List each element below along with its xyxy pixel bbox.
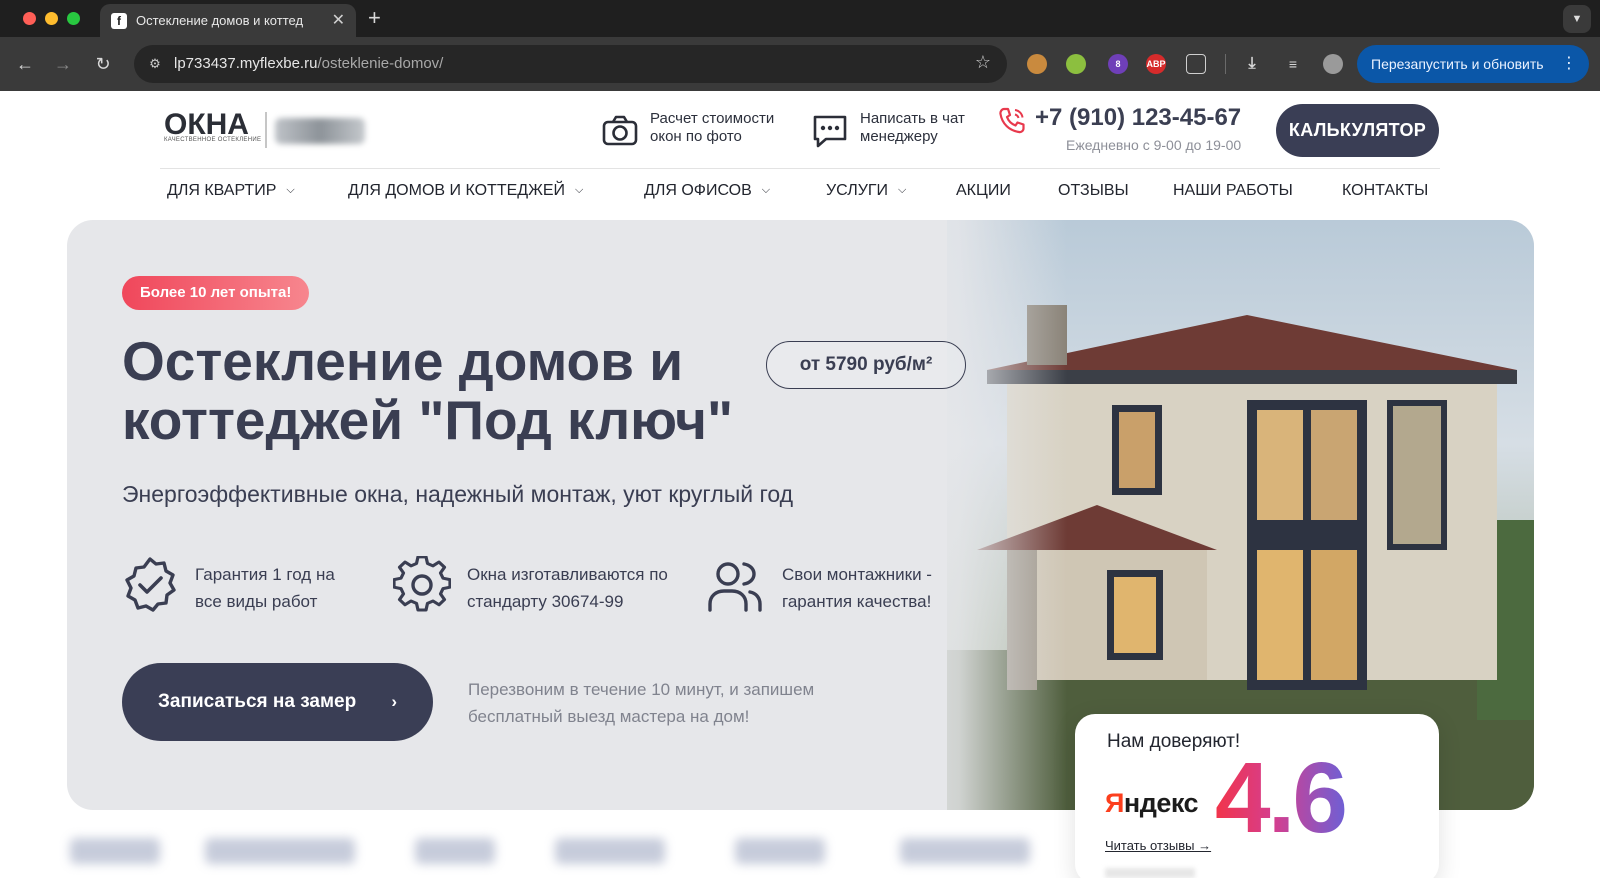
chevron-down-icon: ⌵ bbox=[761, 184, 771, 196]
toolbar-separator bbox=[1225, 54, 1226, 74]
nav-label: УСЛУГИ bbox=[826, 182, 889, 199]
nav-label: ДЛЯ ДОМОВ И КОТТЕДЖЕЙ bbox=[348, 182, 566, 199]
url-host: lp733437.myflexbe.ru bbox=[174, 55, 318, 72]
reload-icon[interactable]: ↻ bbox=[90, 51, 116, 77]
window-minimize-button[interactable] bbox=[45, 12, 58, 25]
browser-tab-active[interactable]: f Остекление домов и коттед ✕ bbox=[100, 4, 356, 37]
nav-label: ДЛЯ КВАРТИР bbox=[167, 182, 277, 199]
adblock-extension-icon[interactable]: ABP bbox=[1146, 54, 1166, 74]
photo-calc-link[interactable]: Расчет стоимости окон по фото bbox=[650, 110, 800, 146]
nav-item-reviews[interactable]: ОТЗЫВЫ bbox=[1058, 182, 1129, 200]
chat-manager-link[interactable]: Написать в чат менеджеру bbox=[860, 110, 980, 146]
download-icon[interactable]: ⤓ bbox=[1242, 54, 1262, 74]
window-close-button[interactable] bbox=[23, 12, 36, 25]
relaunch-label: Перезапустить и обновить bbox=[1371, 56, 1544, 72]
price-badge: от 5790 руб/м² bbox=[766, 341, 966, 389]
tab-close-icon[interactable]: ✕ bbox=[332, 10, 345, 30]
working-hours: Ежедневно с 9-00 до 19-00 bbox=[1066, 137, 1242, 153]
camera-icon[interactable] bbox=[601, 112, 639, 150]
feature-warranty: Гарантия 1 год на все виды работ bbox=[195, 565, 335, 611]
nav-label: ДЛЯ ОФИСОВ bbox=[644, 182, 752, 199]
bookmark-star-icon[interactable]: ☆ bbox=[975, 52, 991, 73]
partner-logo bbox=[555, 838, 665, 864]
chevron-down-icon: ⌵ bbox=[898, 184, 907, 196]
experience-badge: Более 10 лет опыта! bbox=[122, 276, 310, 310]
nav-item-offices[interactable]: ДЛЯ ОФИСОВ ⌵ bbox=[644, 182, 770, 200]
chevron-down-icon: ⌵ bbox=[575, 184, 584, 196]
hero-title: Остекление домов и коттеджей "Под ключ" bbox=[122, 330, 734, 451]
address-bar[interactable]: ⚙ lp733437.myflexbe.ru/osteklenie-domov/… bbox=[134, 45, 1007, 83]
forward-arrow-icon[interactable]: → bbox=[50, 51, 76, 77]
browser-tab-bar: f Остекление домов и коттед ✕ + ▼ bbox=[0, 0, 1600, 37]
nav-item-houses[interactable]: ДЛЯ ДОМОВ И КОТТЕДЖЕЙ ⌵ bbox=[348, 182, 583, 200]
header-divider bbox=[160, 168, 1440, 169]
purple-extension-icon[interactable]: 8 bbox=[1108, 54, 1128, 74]
logo-tagline: КАЧЕСТВЕННОЕ ОСТЕКЛЕНИЕ bbox=[164, 137, 262, 143]
logo-divider bbox=[265, 112, 267, 148]
callback-note: Перезвоним в течение 10 минут, и запишем… bbox=[468, 680, 815, 726]
relaunch-update-button[interactable]: Перезапустить и обновить ⋮ bbox=[1357, 45, 1589, 83]
feature-installers: Свои монтажники - гарантия качества! bbox=[782, 565, 932, 611]
calculator-button[interactable]: КАЛЬКУЛЯТОР bbox=[1276, 104, 1439, 157]
photo-fade-overlay bbox=[887, 220, 1067, 810]
feature-standard: Окна изготавливаются по стандарту 30674-… bbox=[467, 565, 668, 611]
nav-item-promotions[interactable]: АКЦИИ bbox=[956, 182, 1011, 200]
new-tab-icon[interactable]: + bbox=[368, 5, 381, 31]
back-arrow-icon[interactable]: ← bbox=[12, 51, 38, 77]
partner-logos-row bbox=[0, 826, 1600, 878]
profile-avatar[interactable] bbox=[1323, 54, 1343, 74]
site-favicon-icon: f bbox=[111, 13, 127, 29]
partner-logo bbox=[900, 838, 1030, 864]
green-extension-icon[interactable] bbox=[1066, 54, 1086, 74]
site-settings-icon[interactable]: ⚙ bbox=[144, 53, 166, 75]
url-text[interactable]: lp733437.myflexbe.ru/osteklenie-domov/ bbox=[174, 55, 443, 72]
nav-item-services[interactable]: УСЛУГИ ⌵ bbox=[826, 182, 906, 200]
partner-logo bbox=[415, 838, 495, 864]
phone-number[interactable]: +7 (910) 123-45-67 bbox=[1035, 104, 1241, 132]
nav-item-our-works[interactable]: НАШИ РАБОТЫ bbox=[1173, 182, 1293, 200]
yandex-logo: Яндекс bbox=[1105, 788, 1199, 818]
hero-subtitle: Энергоэффективные окна, надежный монтаж,… bbox=[122, 481, 794, 507]
badge-check-icon bbox=[125, 557, 176, 612]
nav-item-apartments[interactable]: ДЛЯ КВАРТИР ⌵ bbox=[167, 182, 295, 200]
more-menu-icon[interactable]: ⋮ bbox=[1561, 45, 1577, 83]
cookie-extension-icon[interactable] bbox=[1027, 54, 1047, 74]
extensions-puzzle-icon[interactable] bbox=[1186, 54, 1206, 74]
media-control-icon[interactable]: ≡ bbox=[1283, 54, 1303, 74]
nav-item-contacts[interactable]: КОНТАКТЫ bbox=[1342, 182, 1428, 200]
phone-icon[interactable] bbox=[997, 106, 1027, 136]
logo-blurred-mark bbox=[275, 118, 365, 144]
window-maximize-button[interactable] bbox=[67, 12, 80, 25]
users-icon bbox=[708, 562, 762, 612]
url-path: /osteklenie-domov/ bbox=[317, 55, 444, 72]
chevron-right-icon: › bbox=[391, 692, 397, 711]
partner-logo bbox=[735, 838, 825, 864]
tab-search-chevron-icon[interactable]: ▼ bbox=[1563, 5, 1591, 33]
book-measurement-button[interactable]: Записаться на замер › bbox=[122, 663, 433, 741]
gear-icon bbox=[393, 556, 451, 612]
partner-logo bbox=[70, 838, 160, 864]
partner-logo bbox=[205, 838, 355, 864]
chevron-down-icon: ⌵ bbox=[286, 184, 295, 196]
tab-title: Остекление домов и коттед bbox=[136, 13, 304, 28]
cta-label: Записаться на замер bbox=[158, 691, 357, 712]
chat-icon[interactable] bbox=[811, 112, 849, 150]
browser-toolbar: ← → ↻ ⚙ lp733437.myflexbe.ru/osteklenie-… bbox=[0, 37, 1600, 91]
